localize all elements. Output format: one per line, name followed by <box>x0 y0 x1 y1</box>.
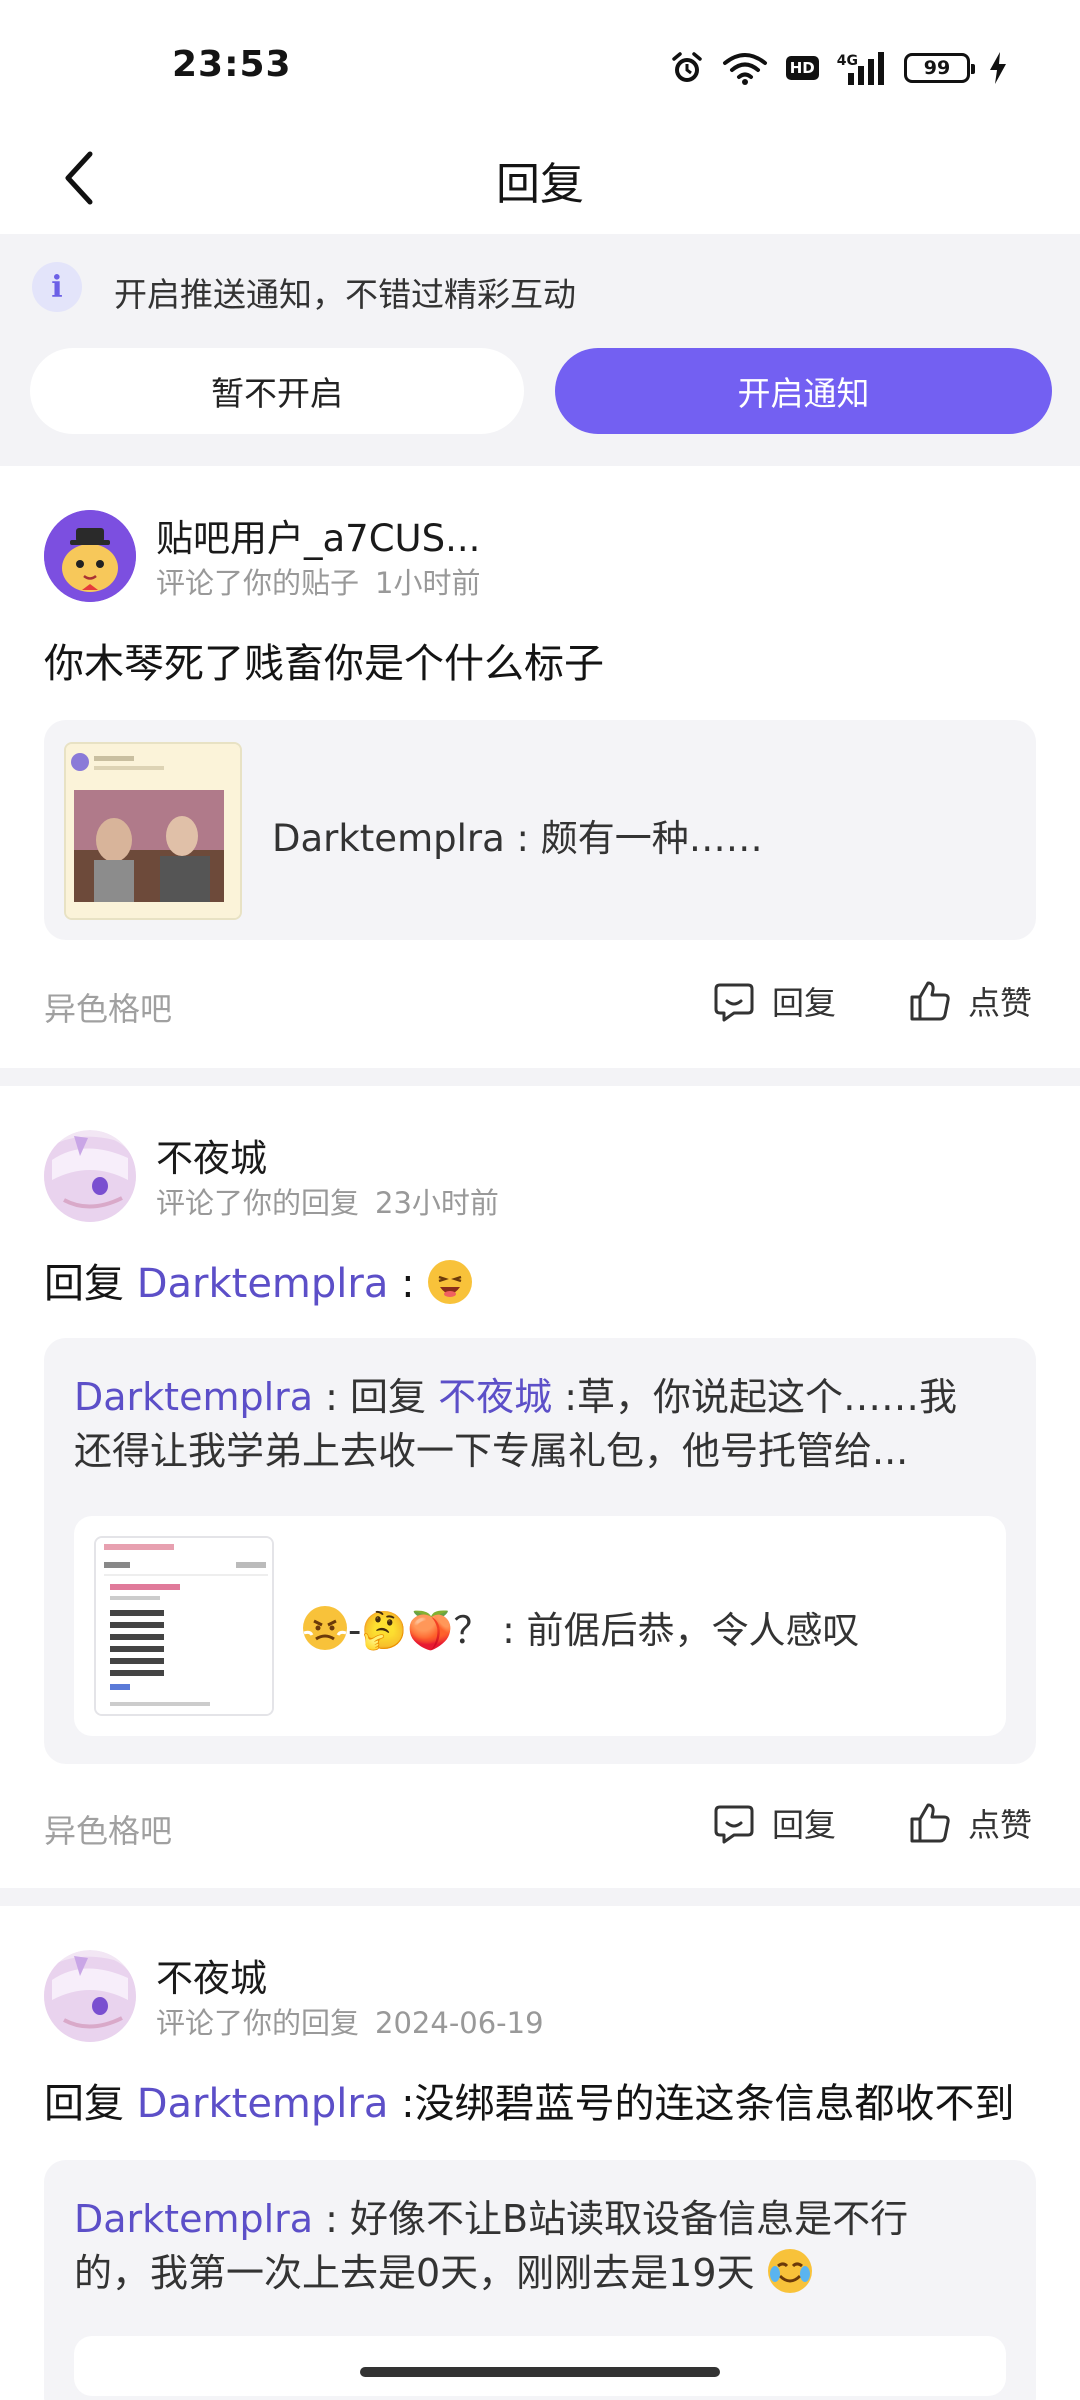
page-title: 回复 <box>496 159 584 210</box>
home-indicator[interactable] <box>360 2367 720 2377</box>
reply-time: 23小时前 <box>375 1186 499 1220</box>
forum-name[interactable]: 异色格吧 <box>44 984 172 1030</box>
quoted-author[interactable]: Darktemplra <box>74 2197 313 2241</box>
quoted-text: Darktemplra : 颇有一种…… <box>272 817 763 860</box>
quoted-post[interactable] <box>74 2336 1006 2396</box>
quoted-author[interactable]: Darktemplra <box>74 1375 313 1419</box>
charging-icon <box>988 51 1008 85</box>
reply-button[interactable]: 回复 <box>712 978 836 1024</box>
comment-icon <box>714 983 754 1022</box>
quoted-reply[interactable]: Darktemplra : 好像不让B站读取设备信息是不行 的，我第一次上去是0… <box>44 2160 1036 2400</box>
alarm-icon <box>670 51 704 85</box>
quoted-snippet: 颇有一种…… <box>540 817 763 860</box>
reply-card[interactable]: 不夜城 评论了你的回复 23小时前 回复 Darktemplra : Darkte… <box>0 1086 1080 1888</box>
notification-banner: i 开启推送通知，不错过精彩互动 暂不开启 开启通知 <box>0 234 1080 466</box>
wifi-icon <box>722 51 768 85</box>
status-time: 23:53 <box>172 44 292 85</box>
card-separator <box>0 1888 1080 1906</box>
like-button[interactable]: 点赞 <box>908 1800 1032 1846</box>
reply-content: 你木琴死了贱畜你是个什么标子 <box>44 641 604 687</box>
header: 回复 <box>0 130 1080 234</box>
reply-meta: 评论了你的贴子 1小时前 <box>156 560 480 602</box>
quoted-text: Darktemplra : 回复 不夜城 :草，你说起这个……我 还得让我学弟上… <box>74 1375 958 1473</box>
mention-link[interactable]: Darktemplra <box>137 1261 389 1307</box>
mention-link[interactable]: Darktemplra <box>137 2081 389 2127</box>
reply-action: 评论了你的回复 <box>156 1186 360 1220</box>
forum-name[interactable]: 异色格吧 <box>44 1806 172 1852</box>
thumbs-up-icon <box>910 981 950 1021</box>
info-icon: i <box>32 262 82 312</box>
reply-action: 评论了你的贴子 <box>156 566 360 600</box>
user-name[interactable]: 不夜城 <box>156 1128 267 1182</box>
angry-face-emoji-icon <box>302 1605 348 1651</box>
avatar[interactable] <box>44 1950 136 2042</box>
laughing-emoji-icon <box>427 1259 473 1305</box>
hd-icon: HD <box>785 56 819 80</box>
user-name[interactable]: 不夜城 <box>156 1948 267 2002</box>
status-bar: 23:53 HD 4G 99 <box>0 0 1080 130</box>
like-label: 点赞 <box>968 1806 1033 1844</box>
quoted-reply[interactable]: Darktemplra : 回复 不夜城 :草，你说起这个……我 还得让我学弟上… <box>44 1338 1036 1764</box>
reply-button[interactable]: 回复 <box>712 1800 836 1846</box>
reply-time: 1小时前 <box>375 566 481 600</box>
reply-time: 2024-06-19 <box>375 2006 544 2040</box>
battery-icon: 99 <box>904 53 975 83</box>
quoted-post[interactable]: Darktemplra : 颇有一种…… <box>44 720 1036 940</box>
reply-label: 回复 <box>772 984 837 1022</box>
avatar[interactable] <box>44 1130 136 1222</box>
comment-icon <box>714 1805 754 1844</box>
reply-content: 回复 Darktemplra : <box>44 1256 1040 1312</box>
post-thumbnail <box>64 742 242 920</box>
post-thumbnail <box>94 1536 274 1716</box>
status-icons: HD 4G 99 <box>670 46 1008 90</box>
quoted-post-text: -🤔🍑？ : 前倨后恭，令人感叹 <box>302 1600 859 1654</box>
like-button[interactable]: 点赞 <box>908 978 1032 1024</box>
like-label: 点赞 <box>968 984 1033 1022</box>
quoted-text: Darktemplra : 好像不让B站读取设备信息是不行 的，我第一次上去是0… <box>74 2197 909 2295</box>
reply-meta: 评论了你的回复 23小时前 <box>156 1180 499 1222</box>
signal-icon: 4G <box>837 51 886 85</box>
mention-link[interactable]: 不夜城 <box>438 1375 552 1419</box>
enable-notification-button[interactable]: 开启通知 <box>555 348 1052 434</box>
card-separator <box>0 1068 1080 1086</box>
quoted-author: Darktemplra <box>272 817 505 860</box>
not-now-button[interactable]: 暂不开启 <box>30 348 524 434</box>
thumbs-up-icon <box>910 1803 950 1843</box>
reply-label: 回复 <box>772 1806 837 1844</box>
reply-card[interactable]: 贴吧用户_a7CUS... 评论了你的贴子 1小时前 你木琴死了贱畜你是个什么标子… <box>0 466 1080 1068</box>
crying-laughing-emoji-icon <box>767 2248 813 2294</box>
battery-level: 99 <box>923 57 951 79</box>
notification-text: 开启推送通知，不错过精彩互动 <box>114 275 576 314</box>
quoted-post[interactable]: -🤔🍑？ : 前倨后恭，令人感叹 <box>74 1516 1006 1736</box>
user-name[interactable]: 贴吧用户_a7CUS... <box>156 508 480 562</box>
avatar[interactable] <box>44 510 136 602</box>
reply-content: 回复 Darktemplra :没绑碧蓝号的连这条信息都收不到 <box>44 2081 1015 2127</box>
reply-card[interactable]: 不夜城 评论了你的回复 2024-06-19 回复 Darktemplra :没绑… <box>0 1906 1080 2400</box>
reply-action: 评论了你的回复 <box>156 2006 360 2040</box>
reply-meta: 评论了你的回复 2024-06-19 <box>156 2000 544 2042</box>
